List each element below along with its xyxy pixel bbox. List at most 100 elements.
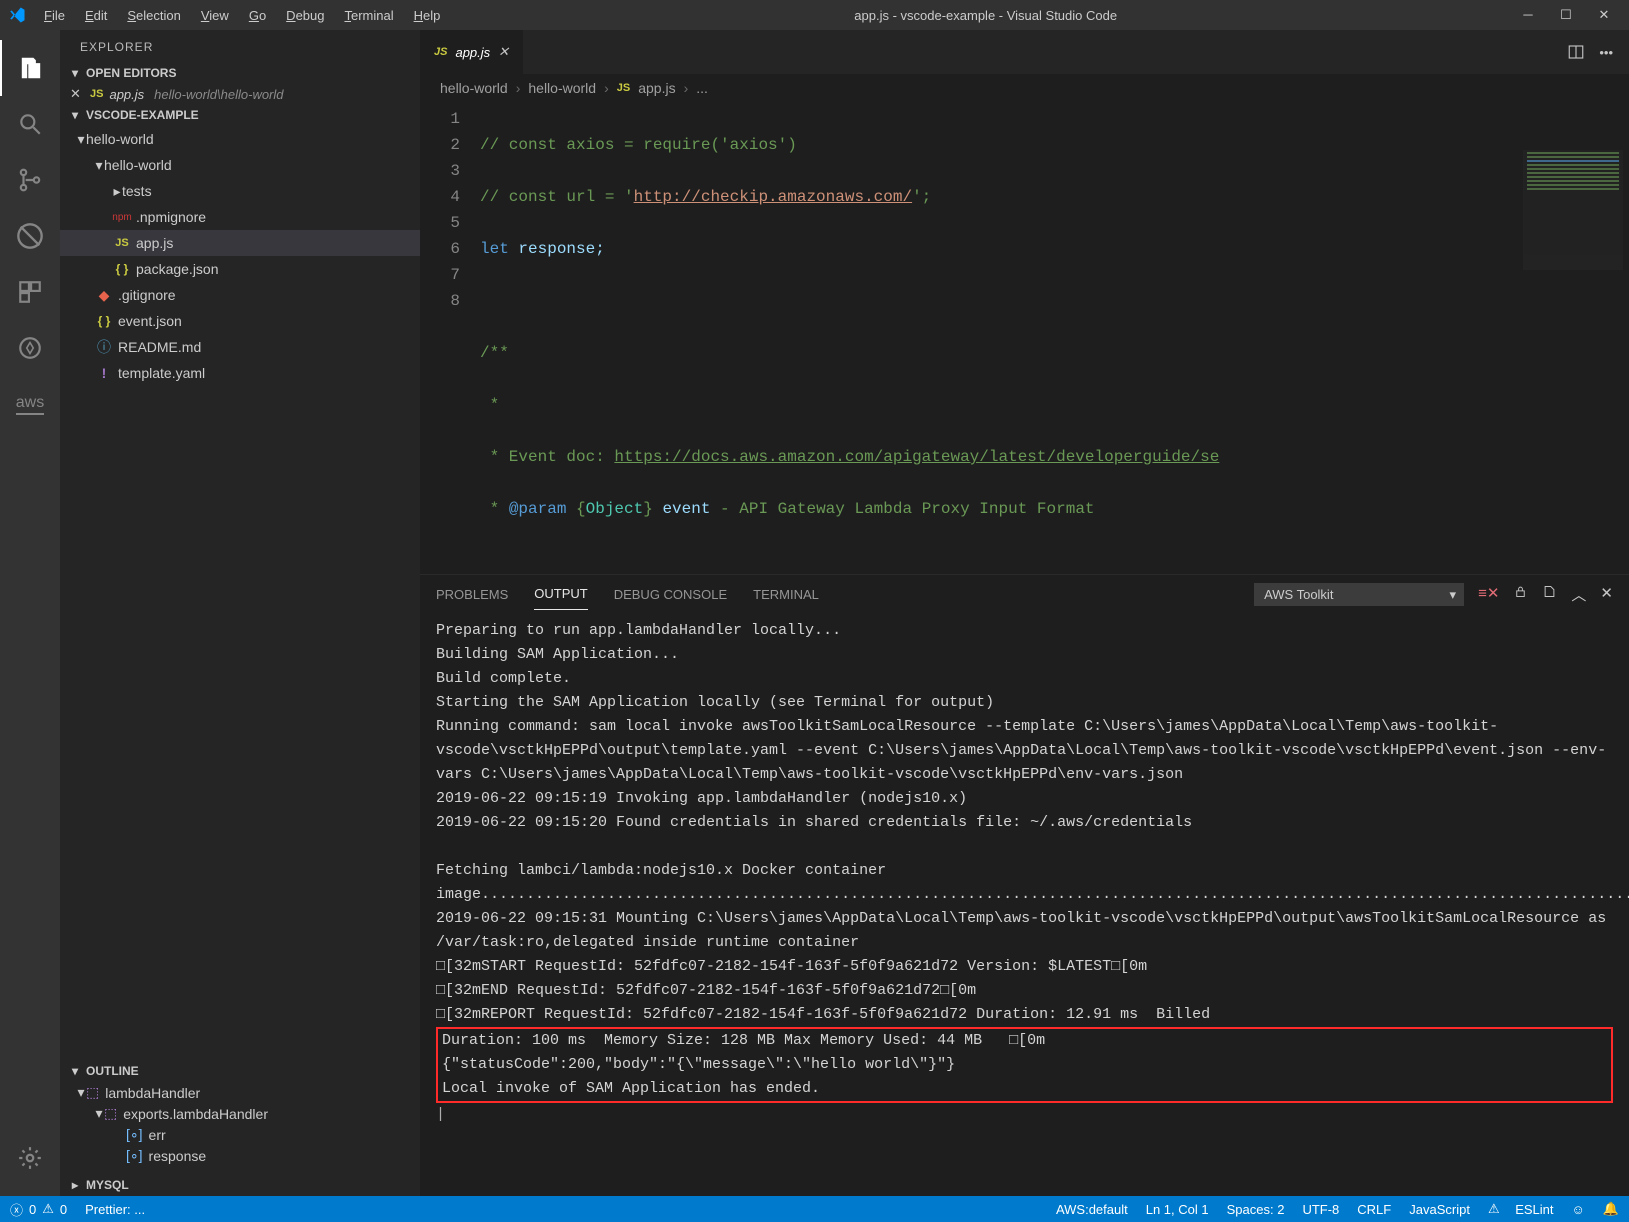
activity-extensions[interactable] xyxy=(0,264,60,320)
open-editor-item[interactable]: ✕ JS app.js hello-world\hello-world xyxy=(60,84,420,104)
file-item[interactable]: { }event.json xyxy=(60,308,420,334)
breadcrumb-segment[interactable]: hello-world xyxy=(528,80,596,96)
output-line: 2019-06-22 09:15:19 Invoking app.lambdaH… xyxy=(436,787,1613,811)
outline-item[interactable]: [∘]err xyxy=(60,1124,420,1145)
panel-tab-output[interactable]: OUTPUT xyxy=(534,578,587,610)
panel-tab-terminal[interactable]: TERMINAL xyxy=(753,579,819,610)
panel-tab-problems[interactable]: PROBLEMS xyxy=(436,579,508,610)
menu-help[interactable]: Help xyxy=(404,8,451,23)
status-spaces[interactable]: Spaces: 2 xyxy=(1227,1202,1285,1217)
breadcrumb-segment[interactable]: ... xyxy=(696,80,708,96)
output-channel-value: AWS Toolkit xyxy=(1264,587,1333,602)
file-item[interactable]: ⓘREADME.md xyxy=(60,334,420,360)
sidebar: EXPLORER OPEN EDITORS ✕ JS app.js hello-… xyxy=(60,30,420,1196)
file-item[interactable]: { }package.json xyxy=(60,256,420,282)
npm-icon: npm xyxy=(112,212,132,223)
status-aws[interactable]: AWS:default xyxy=(1056,1202,1128,1217)
close-icon[interactable]: ✕ xyxy=(70,86,84,102)
error-count: 0 xyxy=(29,1202,36,1217)
code-line: * xyxy=(480,396,499,414)
warning-icon: ⚠ xyxy=(42,1201,54,1217)
yaml-icon: ! xyxy=(94,365,114,381)
output-line: □[32mREPORT RequestId: 52fdfc07-2182-154… xyxy=(436,1003,1613,1027)
folder-item[interactable]: hello-world xyxy=(60,152,420,178)
status-prettier[interactable]: Prettier: ... xyxy=(85,1202,145,1217)
editor-tab-appjs[interactable]: JS app.js ✕ xyxy=(420,30,523,74)
outline-item[interactable]: ⬚exports.lambdaHandler xyxy=(60,1103,420,1124)
status-bell-icon[interactable]: 🔔 xyxy=(1603,1201,1619,1217)
code-editor[interactable]: 12345678 // const axios = require('axios… xyxy=(420,102,1629,574)
more-icon[interactable]: ••• xyxy=(1599,45,1613,60)
chevron-down-icon xyxy=(70,66,80,80)
file-item[interactable]: npm.npmignore xyxy=(60,204,420,230)
status-language[interactable]: JavaScript xyxy=(1409,1202,1470,1217)
breadcrumb-segment[interactable]: app.js xyxy=(638,80,675,96)
outline-header[interactable]: OUTLINE xyxy=(60,1060,420,1082)
workspace-header[interactable]: VSCODE-EXAMPLE xyxy=(60,104,420,126)
menu-file[interactable]: File xyxy=(34,8,75,23)
maximize-icon[interactable]: ☐ xyxy=(1559,7,1573,23)
code-line: * Event doc: xyxy=(480,448,614,466)
file-label: .gitignore xyxy=(118,287,176,303)
output-channel-select[interactable]: AWS Toolkit xyxy=(1254,583,1464,606)
file-item[interactable]: !template.yaml xyxy=(60,360,420,386)
output-line: 2019-06-22 09:15:20 Found credentials in… xyxy=(436,811,1613,835)
panel-tab-debug[interactable]: DEBUG CONSOLE xyxy=(614,579,727,610)
file-item[interactable]: ◆.gitignore xyxy=(60,282,420,308)
file-item[interactable]: JSapp.js xyxy=(60,230,420,256)
open-editors-header[interactable]: OPEN EDITORS xyxy=(60,62,420,84)
output-line: {"statusCode":200,"body":"{\"message\":\… xyxy=(442,1053,1607,1077)
breadcrumb-segment[interactable]: hello-world xyxy=(440,80,508,96)
code-content[interactable]: // const axios = require('axios') // con… xyxy=(480,106,1629,574)
status-eol[interactable]: CRLF xyxy=(1357,1202,1391,1217)
activity-aws[interactable]: aws xyxy=(0,376,60,432)
activity-debug[interactable] xyxy=(0,208,60,264)
close-icon[interactable]: ✕ xyxy=(1600,584,1613,605)
close-icon[interactable]: ✕ xyxy=(498,44,509,60)
minimize-icon[interactable]: ─ xyxy=(1521,7,1535,23)
mysql-header[interactable]: MYSQL xyxy=(60,1174,420,1196)
menu-edit[interactable]: Edit xyxy=(75,8,117,23)
activity-liveshare[interactable] xyxy=(0,320,60,376)
code-line: - API Gateway Lambda Proxy Input Format xyxy=(710,500,1094,518)
outline-item[interactable]: [∘]response xyxy=(60,1145,420,1166)
output-line: □[32mSTART RequestId: 52fdfc07-2182-154f… xyxy=(436,955,1613,979)
clear-output-icon[interactable]: ≡✕ xyxy=(1478,584,1499,605)
output-body[interactable]: Preparing to run app.lambdaHandler local… xyxy=(420,613,1629,1196)
open-editor-filename: app.js xyxy=(109,87,144,102)
activity-explorer[interactable] xyxy=(0,40,60,96)
activity-scm[interactable] xyxy=(0,152,60,208)
status-feedback-icon[interactable]: ☺ xyxy=(1572,1202,1585,1217)
split-editor-icon[interactable] xyxy=(1567,43,1585,61)
code-line: '; xyxy=(912,188,931,206)
chevron-up-icon[interactable]: ︿ xyxy=(1571,584,1586,605)
menu-terminal[interactable]: Terminal xyxy=(334,8,403,23)
file-tree: hello-world hello-world testsnpm.npmigno… xyxy=(60,126,420,386)
outline-item[interactable]: ⬚lambdaHandler xyxy=(60,1082,420,1103)
menu-view[interactable]: View xyxy=(191,8,239,23)
close-icon[interactable]: ✕ xyxy=(1597,7,1611,23)
lock-scroll-icon[interactable] xyxy=(1513,584,1528,605)
breadcrumb[interactable]: hello-world› hello-world› JS app.js› ... xyxy=(420,74,1629,102)
folder-item[interactable]: tests xyxy=(60,178,420,204)
output-line: □[32mEND RequestId: 52fdfc07-2182-154f-1… xyxy=(436,979,1613,1003)
warning-icon: ⚠ xyxy=(1488,1201,1500,1217)
file-label: template.yaml xyxy=(118,365,205,381)
code-line: event xyxy=(653,500,711,518)
activity-settings[interactable] xyxy=(0,1130,60,1186)
status-encoding[interactable]: UTF-8 xyxy=(1302,1202,1339,1217)
status-position[interactable]: Ln 1, Col 1 xyxy=(1146,1202,1209,1217)
module-icon: ⬚ xyxy=(86,1084,99,1101)
status-problems[interactable]: ⓧ0 ⚠0 xyxy=(10,1200,67,1219)
activity-search[interactable] xyxy=(0,96,60,152)
folder-item[interactable]: hello-world xyxy=(60,126,420,152)
menu-go[interactable]: Go xyxy=(239,8,276,23)
minimap[interactable] xyxy=(1523,150,1623,270)
chevron-down-icon xyxy=(70,108,80,122)
js-icon: JS xyxy=(617,82,630,94)
editor-area: JS app.js ✕ ••• hello-world› hello-world… xyxy=(420,30,1629,1196)
menu-debug[interactable]: Debug xyxy=(276,8,334,23)
status-eslint[interactable]: ⚠ ESLint xyxy=(1488,1201,1554,1217)
open-log-icon[interactable] xyxy=(1542,584,1557,605)
menu-selection[interactable]: Selection xyxy=(117,8,190,23)
